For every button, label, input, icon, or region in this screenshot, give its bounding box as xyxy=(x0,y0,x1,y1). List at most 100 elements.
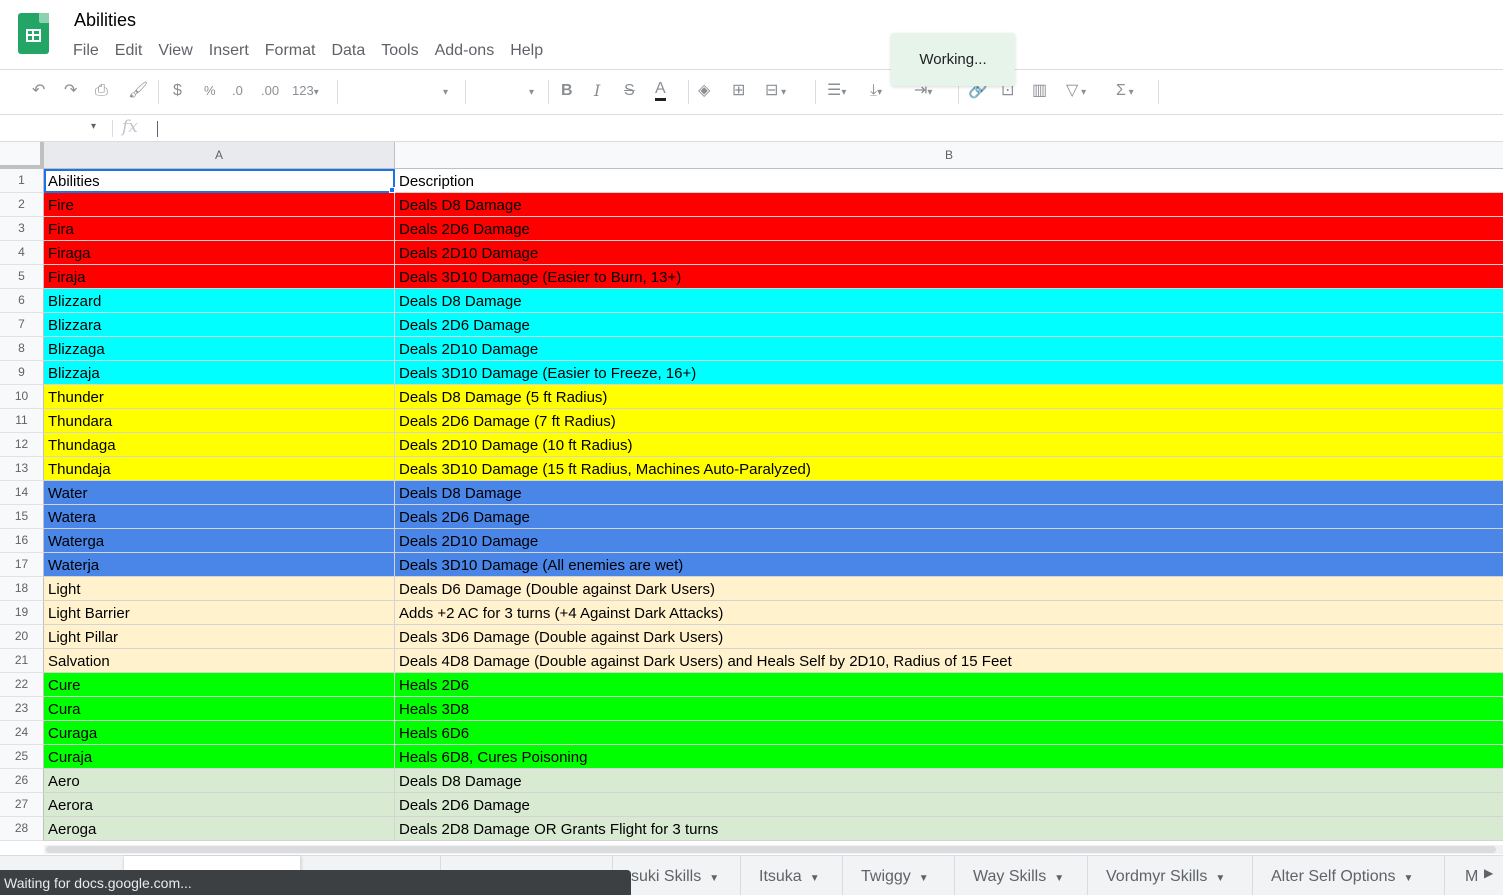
row-header[interactable]: 27 xyxy=(0,793,44,817)
row-header[interactable]: 10 xyxy=(0,385,44,409)
cell-description[interactable]: Deals 4D8 Damage (Double against Dark Us… xyxy=(395,649,1503,673)
cell-description[interactable]: Deals 2D6 Damage (7 ft Radius) xyxy=(395,409,1503,433)
tab-scroll-right-icon[interactable]: ▶ xyxy=(1484,866,1493,880)
row-header[interactable]: 8 xyxy=(0,337,44,361)
cell-ability[interactable]: Light Pillar xyxy=(44,625,395,649)
cell-description[interactable]: Deals 2D10 Damage (10 ft Radius) xyxy=(395,433,1503,457)
cell-ability[interactable]: Fira xyxy=(44,217,395,241)
cell-description[interactable]: Deals D8 Damage xyxy=(395,289,1503,313)
cell-ability[interactable]: Aero xyxy=(44,769,395,793)
menu-insert[interactable]: Insert xyxy=(209,42,249,60)
row-header[interactable]: 11 xyxy=(0,409,44,433)
cell-description[interactable]: Deals 2D6 Damage xyxy=(395,793,1503,817)
cell-ability[interactable]: Curaja xyxy=(44,745,395,769)
percent-button[interactable]: % xyxy=(204,80,216,102)
row-header[interactable]: 19 xyxy=(0,601,44,625)
merge-cells-icon[interactable]: ⊟ ▾ xyxy=(765,80,786,104)
cell-description[interactable]: Deals 2D6 Damage xyxy=(395,313,1503,337)
formula-input[interactable] xyxy=(157,121,158,137)
decrease-decimal-button[interactable]: .0 xyxy=(232,80,243,102)
cell-ability[interactable]: Thunder xyxy=(44,385,395,409)
cell-ability[interactable]: Light Barrier xyxy=(44,601,395,625)
cell-description[interactable]: Description xyxy=(395,169,1503,193)
cell-ability[interactable]: Waterga xyxy=(44,529,395,553)
menu-view[interactable]: View xyxy=(158,42,192,60)
cell-ability[interactable]: Cure xyxy=(44,673,395,697)
row-header[interactable]: 14 xyxy=(0,481,44,505)
cell-ability[interactable]: Watera xyxy=(44,505,395,529)
cell-description[interactable]: Heals 2D6 xyxy=(395,673,1503,697)
cell-ability[interactable]: Blizzaja xyxy=(44,361,395,385)
undo-icon[interactable]: ↶ xyxy=(32,80,45,102)
cell-ability[interactable]: Cura xyxy=(44,697,395,721)
bold-icon[interactable]: B xyxy=(561,80,573,102)
italic-icon[interactable]: I xyxy=(594,80,600,102)
fill-handle[interactable] xyxy=(389,187,395,193)
row-header[interactable]: 7 xyxy=(0,313,44,337)
horizontal-scrollbar[interactable] xyxy=(44,845,1503,854)
cell-description[interactable]: Deals D6 Damage (Double against Dark Use… xyxy=(395,577,1503,601)
menu-data[interactable]: Data xyxy=(331,42,365,60)
cell-ability[interactable]: Firaja xyxy=(44,265,395,289)
row-header[interactable]: 20 xyxy=(0,625,44,649)
cell-description[interactable]: Deals 3D10 Damage (Easier to Freeze, 16+… xyxy=(395,361,1503,385)
document-title[interactable]: Abilities xyxy=(74,10,136,31)
font-dropdown-caret-icon[interactable]: ▾ xyxy=(443,80,448,104)
cell-ability[interactable]: Thundaja xyxy=(44,457,395,481)
menu-format[interactable]: Format xyxy=(265,42,316,60)
menu-addons[interactable]: Add-ons xyxy=(435,42,495,60)
cell-ability[interactable]: Water xyxy=(44,481,395,505)
strikethrough-icon[interactable]: S xyxy=(624,80,635,102)
cell-description[interactable]: Heals 6D6 xyxy=(395,721,1503,745)
cell-ability[interactable]: Firaga xyxy=(44,241,395,265)
row-header[interactable]: 9 xyxy=(0,361,44,385)
cell-ability[interactable]: Blizzaga xyxy=(44,337,395,361)
cell-ability[interactable]: Aeroga xyxy=(44,817,395,841)
cell-description[interactable]: Deals 3D10 Damage (15 ft Radius, Machine… xyxy=(395,457,1503,481)
cell-description[interactable]: Adds +2 AC for 3 turns (+4 Against Dark … xyxy=(395,601,1503,625)
cell-description[interactable]: Deals 3D10 Damage (All enemies are wet) xyxy=(395,553,1503,577)
more-formats-button[interactable]: 123▾ xyxy=(292,80,319,104)
redo-icon[interactable]: ↷ xyxy=(64,80,77,102)
row-header[interactable]: 2 xyxy=(0,193,44,217)
name-box-caret-icon[interactable]: ▾ xyxy=(91,121,96,132)
cell-ability[interactable]: Thundara xyxy=(44,409,395,433)
cell-ability[interactable]: Salvation xyxy=(44,649,395,673)
menu-tools[interactable]: Tools xyxy=(381,42,418,60)
cell-ability[interactable]: Blizzard xyxy=(44,289,395,313)
cell-description[interactable]: Deals D8 Damage (5 ft Radius) xyxy=(395,385,1503,409)
cell-description[interactable]: Deals 2D6 Damage xyxy=(395,505,1503,529)
cell-ability[interactable]: Waterja xyxy=(44,553,395,577)
cell-ability[interactable]: Blizzara xyxy=(44,313,395,337)
row-header[interactable]: 17 xyxy=(0,553,44,577)
functions-icon[interactable]: Σ ▾ xyxy=(1116,80,1134,104)
filter-icon[interactable]: ▽ ▾ xyxy=(1066,80,1086,104)
cell-ability[interactable]: Aerora xyxy=(44,793,395,817)
sheet-tab-suki-skills[interactable]: suki Skills ▼ xyxy=(613,856,741,895)
select-all-corner[interactable] xyxy=(0,142,44,169)
cell-ability[interactable]: Light xyxy=(44,577,395,601)
row-header[interactable]: 12 xyxy=(0,433,44,457)
menu-help[interactable]: Help xyxy=(510,42,543,60)
column-header-b[interactable]: B xyxy=(395,142,1503,169)
sheet-tab-vordmyr-skills[interactable]: Vordmyr Skills ▼ xyxy=(1088,856,1253,895)
cell-ability[interactable]: Thundaga xyxy=(44,433,395,457)
cell-description[interactable]: Deals D8 Damage xyxy=(395,481,1503,505)
fill-color-icon[interactable]: ◈ xyxy=(698,80,710,102)
row-header[interactable]: 18 xyxy=(0,577,44,601)
row-header[interactable]: 21 xyxy=(0,649,44,673)
row-header[interactable]: 22 xyxy=(0,673,44,697)
paint-format-icon[interactable]: 🖌 xyxy=(128,80,148,102)
cell-ability[interactable]: Abilities xyxy=(44,169,395,193)
row-header[interactable]: 24 xyxy=(0,721,44,745)
row-header[interactable]: 23 xyxy=(0,697,44,721)
chart-icon[interactable]: ▥ xyxy=(1032,80,1047,102)
cell-description[interactable]: Deals 2D10 Damage xyxy=(395,241,1503,265)
increase-decimal-button[interactable]: .00 xyxy=(261,80,279,102)
row-header[interactable]: 16 xyxy=(0,529,44,553)
menu-edit[interactable]: Edit xyxy=(115,42,143,60)
cell-description[interactable]: Heals 3D8 xyxy=(395,697,1503,721)
cell-description[interactable]: Deals 2D10 Damage xyxy=(395,529,1503,553)
cell-description[interactable]: Deals 3D10 Damage (Easier to Burn, 13+) xyxy=(395,265,1503,289)
print-icon[interactable]: ⎙ xyxy=(95,80,108,102)
